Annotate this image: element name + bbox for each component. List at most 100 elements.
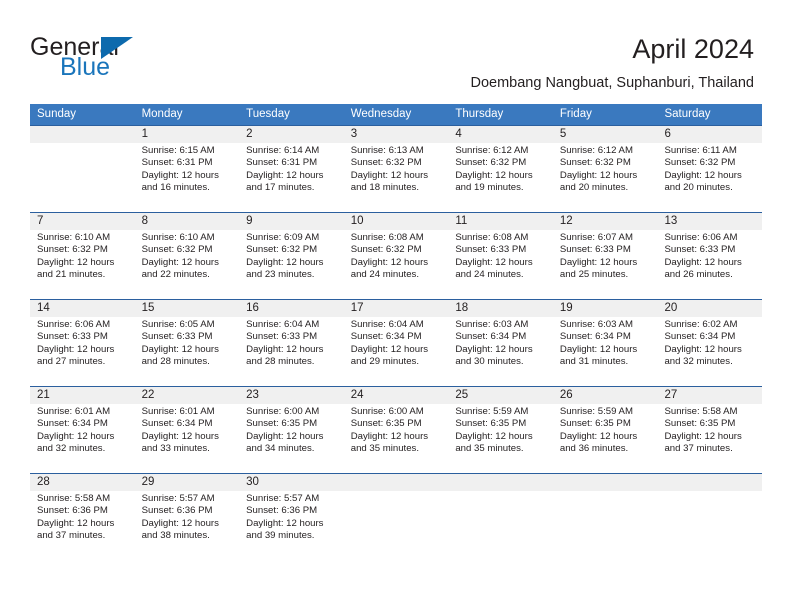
- day-number[interactable]: 26: [553, 387, 658, 404]
- daylight-text-line1: Daylight: 12 hours: [350, 169, 429, 181]
- day-number[interactable]: 17: [344, 300, 449, 317]
- sunrise-text: Sunrise: 6:08 AM: [350, 232, 424, 243]
- day-number[interactable]: [344, 474, 449, 491]
- daylight-text-line2: and 38 minutes.: [141, 530, 210, 542]
- week-day-details: Sunrise: 6:10 AM Sunset: 6:32 PM Dayligh…: [30, 230, 762, 299]
- day-cell[interactable]: Sunrise: 6:01 AM Sunset: 6:34 PM Dayligh…: [135, 404, 240, 473]
- day-number[interactable]: 19: [553, 300, 658, 317]
- day-number[interactable]: 2: [239, 126, 344, 143]
- day-number[interactable]: 23: [239, 387, 344, 404]
- day-cell[interactable]: Sunrise: 5:59 AM Sunset: 6:35 PM Dayligh…: [553, 404, 658, 473]
- day-cell[interactable]: Sunrise: 6:13 AM Sunset: 6:32 PM Dayligh…: [344, 143, 449, 212]
- day-number[interactable]: 25: [448, 387, 553, 404]
- day-cell[interactable]: [448, 491, 553, 560]
- calendar-grid: Sunday Monday Tuesday Wednesday Thursday…: [30, 104, 762, 560]
- day-number[interactable]: 28: [30, 474, 135, 491]
- day-cell[interactable]: Sunrise: 5:59 AM Sunset: 6:35 PM Dayligh…: [448, 404, 553, 473]
- day-cell[interactable]: Sunrise: 6:01 AM Sunset: 6:34 PM Dayligh…: [30, 404, 135, 473]
- daylight-text-line2: and 27 minutes.: [37, 356, 106, 368]
- day-cell[interactable]: Sunrise: 6:11 AM Sunset: 6:32 PM Dayligh…: [657, 143, 762, 212]
- sunset-text: Sunset: 6:35 PM: [246, 418, 318, 430]
- day-number[interactable]: 24: [344, 387, 449, 404]
- daylight-text-line2: and 26 minutes.: [664, 269, 733, 281]
- daylight-text-line2: and 39 minutes.: [246, 530, 315, 542]
- day-cell[interactable]: Sunrise: 6:06 AM Sunset: 6:33 PM Dayligh…: [30, 317, 135, 386]
- day-number[interactable]: 1: [135, 126, 240, 143]
- day-cell[interactable]: [553, 491, 658, 560]
- day-number[interactable]: 5: [553, 126, 658, 143]
- day-cell[interactable]: [344, 491, 449, 560]
- day-cell[interactable]: Sunrise: 6:12 AM Sunset: 6:32 PM Dayligh…: [448, 143, 553, 212]
- day-cell[interactable]: Sunrise: 6:04 AM Sunset: 6:34 PM Dayligh…: [344, 317, 449, 386]
- calendar-week-row: 21 22 23 24 25 26 27 Sunrise: 6:01 AM Su…: [30, 386, 762, 473]
- day-number[interactable]: [30, 126, 135, 143]
- day-cell[interactable]: Sunrise: 5:58 AM Sunset: 6:35 PM Dayligh…: [657, 404, 762, 473]
- day-cell[interactable]: Sunrise: 6:08 AM Sunset: 6:33 PM Dayligh…: [448, 230, 553, 299]
- day-cell[interactable]: Sunrise: 6:03 AM Sunset: 6:34 PM Dayligh…: [448, 317, 553, 386]
- daylight-text-line2: and 16 minutes.: [141, 182, 210, 194]
- week-day-details: Sunrise: 5:58 AM Sunset: 6:36 PM Dayligh…: [30, 491, 762, 560]
- day-number[interactable]: 13: [657, 213, 762, 230]
- daylight-text-line2: and 30 minutes.: [455, 356, 524, 368]
- daylight-text-line2: and 29 minutes.: [350, 356, 420, 368]
- day-cell[interactable]: Sunrise: 6:14 AM Sunset: 6:31 PM Dayligh…: [239, 143, 344, 212]
- day-number[interactable]: 7: [30, 213, 135, 230]
- week-day-details: Sunrise: 6:15 AM Sunset: 6:31 PM Dayligh…: [30, 143, 762, 212]
- daylight-text-line1: Daylight: 12 hours: [455, 256, 533, 268]
- day-cell[interactable]: Sunrise: 5:57 AM Sunset: 6:36 PM Dayligh…: [135, 491, 240, 560]
- week-day-details: Sunrise: 6:06 AM Sunset: 6:33 PM Dayligh…: [30, 317, 762, 386]
- day-number[interactable]: 27: [657, 387, 762, 404]
- day-number[interactable]: 15: [135, 300, 240, 317]
- daylight-text-line2: and 33 minutes.: [141, 443, 210, 455]
- day-number[interactable]: 11: [448, 213, 553, 230]
- day-number[interactable]: 20: [657, 300, 762, 317]
- day-cell[interactable]: Sunrise: 6:05 AM Sunset: 6:33 PM Dayligh…: [135, 317, 240, 386]
- daylight-text-line1: Daylight: 12 hours: [37, 517, 115, 529]
- day-cell[interactable]: Sunrise: 6:07 AM Sunset: 6:33 PM Dayligh…: [553, 230, 658, 299]
- sunset-text: Sunset: 6:36 PM: [246, 505, 318, 517]
- day-cell[interactable]: Sunrise: 6:03 AM Sunset: 6:34 PM Dayligh…: [553, 317, 658, 386]
- day-number[interactable]: 30: [239, 474, 344, 491]
- day-cell[interactable]: [657, 491, 762, 560]
- day-cell[interactable]: Sunrise: 5:58 AM Sunset: 6:36 PM Dayligh…: [30, 491, 135, 560]
- day-cell[interactable]: Sunrise: 6:00 AM Sunset: 6:35 PM Dayligh…: [239, 404, 344, 473]
- day-number[interactable]: [657, 474, 762, 491]
- daylight-text-line1: Daylight: 12 hours: [559, 343, 638, 355]
- day-number[interactable]: 6: [657, 126, 762, 143]
- day-number[interactable]: [553, 474, 658, 491]
- day-cell[interactable]: Sunrise: 6:04 AM Sunset: 6:33 PM Dayligh…: [239, 317, 344, 386]
- day-cell[interactable]: Sunrise: 6:10 AM Sunset: 6:32 PM Dayligh…: [30, 230, 135, 299]
- daylight-text-line2: and 31 minutes.: [559, 356, 629, 368]
- day-cell[interactable]: Sunrise: 6:06 AM Sunset: 6:33 PM Dayligh…: [657, 230, 762, 299]
- weekday-header-monday: Monday: [141, 108, 183, 120]
- daylight-text-line1: Daylight: 12 hours: [246, 430, 324, 442]
- day-cell[interactable]: Sunrise: 5:57 AM Sunset: 6:36 PM Dayligh…: [239, 491, 344, 560]
- day-number[interactable]: 9: [239, 213, 344, 230]
- day-cell[interactable]: Sunrise: 6:15 AM Sunset: 6:31 PM Dayligh…: [135, 143, 240, 212]
- day-cell[interactable]: Sunrise: 6:08 AM Sunset: 6:32 PM Dayligh…: [344, 230, 449, 299]
- day-number[interactable]: 29: [135, 474, 240, 491]
- day-cell[interactable]: Sunrise: 6:09 AM Sunset: 6:32 PM Dayligh…: [239, 230, 344, 299]
- day-number[interactable]: 21: [30, 387, 135, 404]
- day-number[interactable]: 14: [30, 300, 135, 317]
- daylight-text-line1: Daylight: 12 hours: [455, 169, 533, 181]
- daylight-text-line1: Daylight: 12 hours: [664, 256, 742, 268]
- day-number[interactable]: 4: [448, 126, 553, 143]
- day-number[interactable]: 8: [135, 213, 240, 230]
- brand-name-blue: Blue: [60, 53, 111, 81]
- day-cell[interactable]: Sunrise: 6:02 AM Sunset: 6:34 PM Dayligh…: [657, 317, 762, 386]
- day-cell[interactable]: [30, 143, 135, 212]
- day-number[interactable]: 3: [344, 126, 449, 143]
- day-number[interactable]: 12: [553, 213, 658, 230]
- day-number[interactable]: 18: [448, 300, 553, 317]
- day-number[interactable]: 22: [135, 387, 240, 404]
- sunset-text: Sunset: 6:34 PM: [37, 418, 108, 430]
- day-number[interactable]: 10: [344, 213, 449, 230]
- day-number[interactable]: 16: [239, 300, 344, 317]
- day-cell[interactable]: Sunrise: 6:12 AM Sunset: 6:32 PM Dayligh…: [553, 143, 658, 212]
- day-cell[interactable]: Sunrise: 6:00 AM Sunset: 6:35 PM Dayligh…: [344, 404, 449, 473]
- day-cell[interactable]: Sunrise: 6:10 AM Sunset: 6:32 PM Dayligh…: [135, 230, 240, 299]
- daylight-text-line2: and 35 minutes.: [350, 443, 420, 455]
- sunset-text: Sunset: 6:35 PM: [559, 418, 631, 430]
- day-number[interactable]: [448, 474, 553, 491]
